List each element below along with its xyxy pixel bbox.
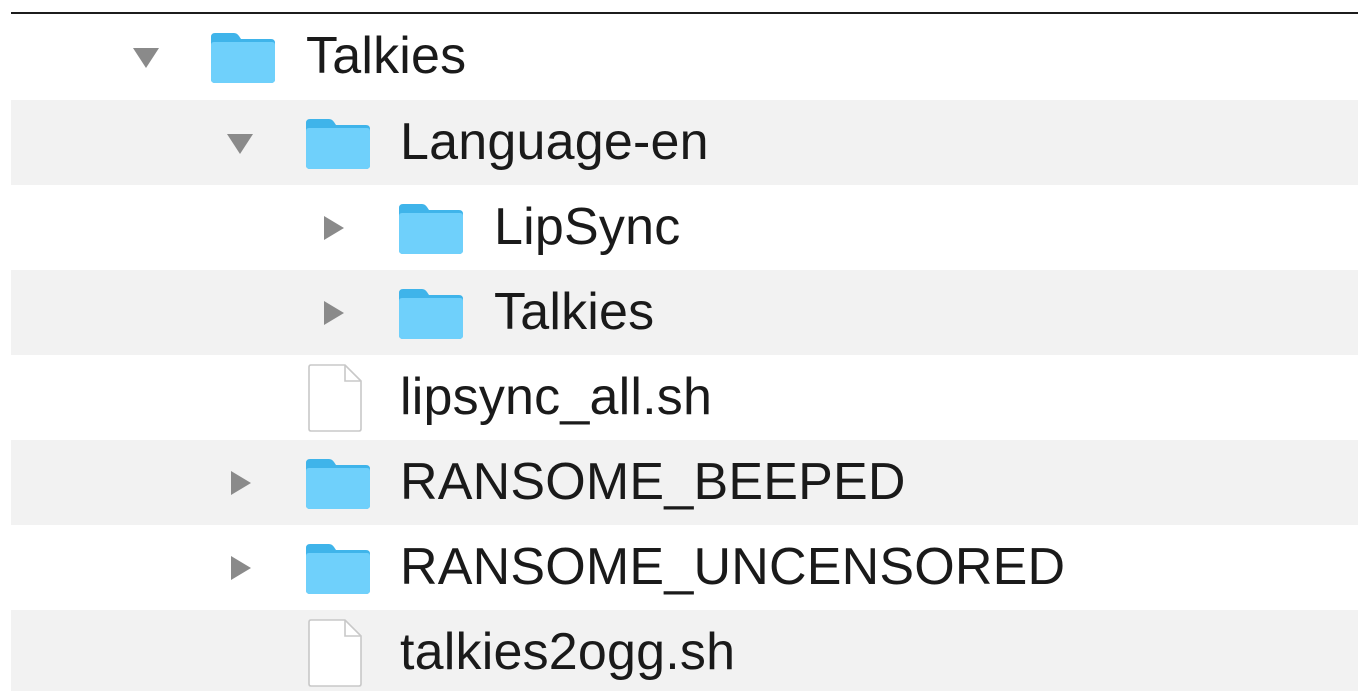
folder-icon — [306, 543, 370, 594]
document-icon — [308, 618, 362, 687]
finder-list-view: Talkies Language-en LipSync Talkies lips… — [0, 0, 1362, 691]
tree-row[interactable]: RANSOME_BEEPED — [0, 440, 1362, 525]
tree-row[interactable]: talkies2ogg.sh — [0, 610, 1362, 691]
tree-row-label: Talkies — [306, 26, 467, 85]
tree-row[interactable]: Talkies — [0, 14, 1362, 100]
window-top-border — [0, 0, 1362, 14]
disclosure-triangle-collapsed-icon[interactable] — [222, 550, 258, 586]
folder-icon — [306, 458, 370, 509]
tree-row-label: LipSync — [494, 197, 681, 256]
tree-row-label: RANSOME_BEEPED — [400, 452, 906, 511]
tree-row[interactable]: lipsync_all.sh — [0, 355, 1362, 440]
disclosure-triangle-collapsed-icon[interactable] — [222, 465, 258, 501]
disclosure-triangle-expanded-icon[interactable] — [222, 125, 258, 161]
tree-row[interactable]: RANSOME_UNCENSORED — [0, 525, 1362, 610]
right-margin — [1358, 12, 1362, 691]
disclosure-triangle-expanded-icon[interactable] — [128, 39, 164, 75]
tree-row[interactable]: Language-en — [0, 100, 1362, 185]
tree-row[interactable]: Talkies — [0, 270, 1362, 355]
folder-icon — [399, 203, 463, 254]
document-icon — [308, 363, 362, 432]
disclosure-triangle-collapsed-icon[interactable] — [315, 210, 351, 246]
tree-row[interactable]: LipSync — [0, 185, 1362, 270]
tree-row-label: RANSOME_UNCENSORED — [400, 537, 1066, 596]
disclosure-triangle-collapsed-icon[interactable] — [315, 295, 351, 331]
tree-row-label: lipsync_all.sh — [400, 367, 713, 426]
folder-icon — [399, 288, 463, 339]
folder-icon — [306, 118, 370, 169]
tree-row-label: talkies2ogg.sh — [400, 622, 736, 681]
tree-row-label: Talkies — [494, 282, 655, 341]
left-margin — [0, 12, 11, 691]
folder-icon — [211, 33, 275, 83]
tree-row-label: Language-en — [400, 112, 709, 171]
file-tree: Talkies Language-en LipSync Talkies lips… — [0, 14, 1362, 691]
